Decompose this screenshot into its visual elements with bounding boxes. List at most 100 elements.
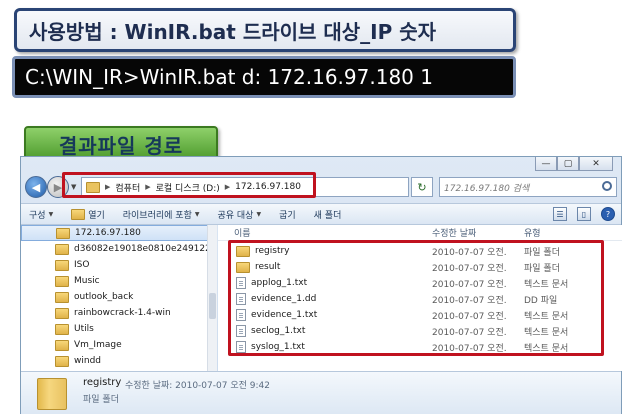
new-folder-button[interactable]: 새 폴더 — [314, 208, 342, 221]
breadcrumb-computer[interactable]: 컴퓨터 — [115, 181, 140, 194]
nav-item[interactable]: Vm_Image — [21, 337, 216, 353]
folder-icon — [71, 208, 86, 220]
column-header-name[interactable]: 이름 — [218, 226, 414, 239]
folder-icon — [55, 307, 69, 319]
forward-button[interactable]: ▶ — [47, 176, 69, 198]
view-options-icon[interactable]: ☰ — [553, 207, 567, 221]
file-type: 파일 폴더 — [524, 263, 560, 274]
column-header-date[interactable]: 수정한 날짜 — [414, 226, 506, 239]
details-modified: 수정한 날짜: 2010-07-07 오전 9:42 — [125, 381, 270, 391]
nav-item-label: outlook_back — [74, 292, 134, 302]
usage-banner: 사용방법 : WinIR.bat 드라이브 대상_IP 숫자 — [14, 8, 516, 52]
file-type: 텍스트 문서 — [524, 279, 569, 290]
open-button[interactable]: 열기 — [71, 208, 105, 221]
file-name: seclog_1.txt — [251, 326, 306, 336]
nav-item[interactable]: Music — [21, 273, 216, 289]
folder-icon — [55, 259, 69, 271]
help-icon[interactable]: ? — [601, 207, 615, 221]
address-bar[interactable]: ▶ 컴퓨터 ▶ 로컬 디스크 (D:) ▶ 172.16.97.180 — [81, 177, 409, 197]
nav-item[interactable]: d36082e19018e0810e249122 — [21, 241, 216, 257]
document-icon — [236, 277, 246, 289]
share-button[interactable]: 공유 대상 ▼ — [217, 208, 261, 221]
details-pane: registry 수정한 날짜: 2010-07-07 오전 9:42 파일 폴… — [21, 371, 621, 414]
new-folder-label: 새 폴더 — [313, 210, 342, 221]
folder-icon — [55, 355, 69, 367]
chevron-down-icon: ▼ — [194, 210, 200, 218]
burn-button[interactable]: 굽기 — [279, 208, 296, 221]
nav-item-label: Music — [74, 276, 100, 286]
burn-label: 굽기 — [279, 210, 296, 221]
view-controls: ☰ ▯ ? — [553, 207, 615, 221]
nav-item[interactable]: ISO — [21, 257, 216, 273]
back-arrow-icon: ◀ — [31, 180, 41, 194]
nav-item-label: Utils — [74, 324, 94, 334]
folder-icon — [37, 378, 67, 410]
file-row[interactable]: evidence_1.dd 2010-07-07 오전... DD 파일 — [218, 291, 622, 307]
forward-arrow-icon: ▶ — [53, 180, 63, 194]
file-name: registry — [255, 246, 290, 256]
breadcrumb-ip-folder[interactable]: 172.16.97.180 — [235, 182, 301, 192]
folder-icon — [86, 181, 100, 193]
file-name-cell: seclog_1.txt — [218, 325, 414, 337]
file-row[interactable]: result 2010-07-07 오전... 파일 폴더 — [218, 259, 622, 275]
file-type: 텍스트 문서 — [524, 311, 569, 322]
file-date: 2010-07-07 오전... — [432, 311, 506, 322]
nav-item-label: ISO — [74, 260, 90, 270]
back-button[interactable]: ◀ — [25, 176, 47, 198]
refresh-icon: ↻ — [417, 180, 427, 194]
file-name: result — [255, 262, 281, 272]
nav-item[interactable]: 172.16.97.180 — [21, 225, 216, 241]
file-row[interactable]: applog_1.txt 2010-07-07 오전... 텍스트 문서 — [218, 275, 622, 291]
breadcrumb-local-disk[interactable]: 로컬 디스크 (D:) — [156, 181, 220, 194]
nav-item-label: 172.16.97.180 — [75, 228, 141, 238]
folder-icon — [236, 261, 250, 273]
nav-item[interactable]: windd — [21, 353, 216, 369]
chevron-right-icon[interactable]: ▶ — [145, 183, 150, 191]
file-date: 2010-07-07 오전... — [432, 343, 506, 354]
file-name-cell: applog_1.txt — [218, 277, 414, 289]
navigation-pane: 172.16.97.180 d36082e19018e0810e249122 ISO… — [21, 225, 217, 371]
nav-item-label: rainbowcrack-1.4-win — [74, 308, 171, 318]
nav-item[interactable]: outlook_back — [21, 289, 216, 305]
file-name-cell: evidence_1.dd — [218, 293, 414, 305]
history-dropdown-icon[interactable]: ▼ — [71, 183, 76, 191]
refresh-button[interactable]: ↻ — [411, 177, 433, 197]
folder-icon — [56, 227, 70, 239]
column-header-type[interactable]: 유형 — [506, 226, 606, 239]
file-name: syslog_1.txt — [251, 342, 305, 352]
file-name-cell: evidence_1.txt — [218, 309, 414, 321]
preview-pane-icon[interactable]: ▯ — [577, 207, 591, 221]
explorer-window: — ▢ ✕ ◀ ▶ ▼ ▶ 컴퓨터 ▶ 로컬 디스크 (D:) ▶ 172.16… — [20, 156, 622, 414]
include-library-button[interactable]: 라이브러리에 포함 ▼ — [123, 208, 200, 221]
file-name-cell: registry — [218, 245, 414, 257]
minimize-button[interactable]: — — [535, 157, 557, 171]
file-row[interactable]: registry 2010-07-07 오전... 파일 폴더 — [218, 243, 622, 259]
file-row[interactable]: seclog_1.txt 2010-07-07 오전... 텍스트 문서 — [218, 323, 622, 339]
close-button[interactable]: ✕ — [579, 157, 613, 171]
organize-button[interactable]: 구성 ▼ — [29, 208, 53, 221]
nav-item-label: windd — [74, 356, 101, 366]
file-type: 텍스트 문서 — [524, 327, 569, 338]
file-row[interactable]: syslog_1.txt 2010-07-07 오전... 텍스트 문서 — [218, 339, 622, 355]
file-name: evidence_1.dd — [251, 294, 317, 304]
search-icon — [602, 181, 612, 191]
window-controls: — ▢ ✕ — [535, 157, 613, 171]
file-type: 텍스트 문서 — [524, 343, 569, 354]
folder-icon — [55, 291, 69, 303]
navigation-scrollbar[interactable] — [207, 225, 217, 371]
chevron-right-icon[interactable]: ▶ — [105, 183, 110, 191]
details-item-type: 파일 폴더 — [83, 395, 119, 405]
nav-item[interactable]: Utils — [21, 321, 216, 337]
scrollbar-thumb[interactable] — [209, 293, 216, 319]
file-row[interactable]: evidence_1.txt 2010-07-07 오전... 텍스트 문서 — [218, 307, 622, 323]
nav-item[interactable]: rainbowcrack-1.4-win — [21, 305, 216, 321]
maximize-button[interactable]: ▢ — [557, 157, 579, 171]
chevron-right-icon[interactable]: ▶ — [225, 183, 230, 191]
file-date: 2010-07-07 오전... — [432, 263, 506, 274]
chevron-down-icon: ▼ — [48, 210, 54, 218]
search-input[interactable]: 172.16.97.180 검색 — [439, 177, 617, 197]
command-line-banner: C:\WIN_IR>WinIR.bat d: 172.16.97.180 1 — [12, 56, 516, 98]
document-icon — [236, 293, 246, 305]
address-row: ◀ ▶ ▼ ▶ 컴퓨터 ▶ 로컬 디스크 (D:) ▶ 172.16.97.18… — [21, 173, 621, 201]
file-type: DD 파일 — [524, 295, 558, 306]
